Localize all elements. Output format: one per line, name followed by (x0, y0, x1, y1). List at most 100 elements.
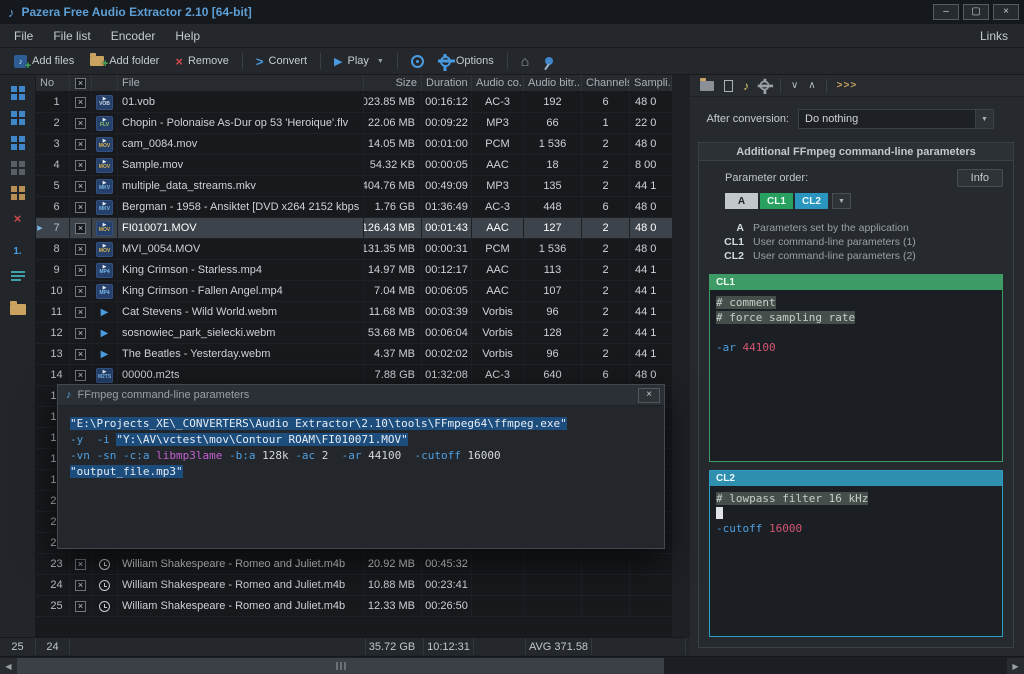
add-folder-button[interactable]: + Add folder (82, 51, 167, 71)
uncheck-all-button[interactable] (9, 110, 27, 126)
minimize-button[interactable]: – (933, 4, 959, 20)
info-button[interactable]: Info (957, 169, 1003, 187)
after-conversion-dropdown[interactable]: Do nothing ▼ (798, 109, 994, 129)
header-file[interactable]: File (118, 75, 364, 91)
row-checkbox[interactable]: × (75, 265, 86, 276)
select-all-checkbox[interactable]: × (75, 78, 86, 89)
menu-help[interactable]: Help (165, 26, 210, 46)
row-checkbox[interactable]: × (75, 202, 86, 213)
horizontal-scrollbar[interactable]: ◀ ▶ (0, 656, 1024, 674)
menu-encoder[interactable]: Encoder (101, 26, 166, 46)
cl1-editor[interactable]: # comment# force sampling rate -ar 44100 (710, 290, 1002, 461)
dialog-code[interactable]: "E:\Projects_XE\_CONVERTERS\Audio Extrac… (58, 406, 664, 490)
close-button[interactable]: × (993, 4, 1019, 20)
row-checkbox[interactable]: × (75, 559, 86, 570)
table-row[interactable]: ▶7×▶MOVFI010071.MOV126.43 MB00:01:43AAC1… (36, 218, 672, 239)
panel-gear-icon[interactable] (760, 81, 770, 91)
order-dropdown-icon[interactable]: ▼ (832, 193, 851, 209)
table-row[interactable]: 25×William Shakespeare - Romeo and Julie… (36, 596, 672, 617)
table-row[interactable]: 5×▶MKVmultiple_data_streams.mkv404.76 MB… (36, 176, 672, 197)
panel-document-icon[interactable] (724, 80, 733, 92)
row-checkbox[interactable]: × (75, 181, 86, 192)
panel-chevron-down-icon[interactable]: ∨ (791, 80, 798, 91)
maximize-button[interactable]: ▢ (963, 4, 989, 20)
pin-button[interactable] (537, 53, 561, 69)
table-row[interactable]: 9×▶MP4King Crimson - Starless.mp414.97 M… (36, 260, 672, 281)
table-row[interactable]: 6×▶MKVBergman - 1958 - Ansiktet [DVD x26… (36, 197, 672, 218)
table-row[interactable]: 2×▶FLVChopin - Polonaise As-Dur op 53 'H… (36, 113, 672, 134)
table-row[interactable]: 1×▶VOB01.vob1023.85 MB00:16:12AC-3192648… (36, 92, 672, 113)
scroll-right-arrow[interactable]: ▶ (1007, 658, 1024, 674)
check-selected-button[interactable] (9, 160, 27, 176)
header-duration[interactable]: Duration (422, 75, 472, 91)
convert-button[interactable]: > Convert (248, 50, 315, 73)
remove-item-button[interactable]: × (9, 210, 27, 226)
panel-music-note-icon[interactable]: ♪ (743, 79, 749, 93)
conversion-settings-button[interactable] (403, 51, 432, 72)
table-row[interactable]: 23×William Shakespeare - Romeo and Julie… (36, 554, 672, 575)
panel-chevron-up-icon[interactable]: ∧ (808, 80, 815, 91)
header-size[interactable]: Size (364, 75, 422, 91)
panel-folder-icon[interactable] (700, 81, 714, 91)
order-button-a[interactable]: A (725, 193, 758, 209)
dropdown-arrow-icon[interactable]: ▼ (975, 110, 993, 128)
invert-checks-button[interactable] (9, 135, 27, 151)
header-icon[interactable] (92, 75, 118, 91)
table-row[interactable]: 24×William Shakespeare - Romeo and Julie… (36, 575, 672, 596)
header-sampling[interactable]: Sampli... (630, 75, 672, 91)
row-checkbox[interactable]: × (75, 328, 86, 339)
open-folder-button[interactable] (9, 301, 27, 317)
uncheck-selected-button[interactable] (9, 185, 27, 201)
table-row[interactable]: 11×▶Cat Stevens - Wild World.webm11.68 M… (36, 302, 672, 323)
header-channels[interactable]: Channels (582, 75, 630, 91)
status-total-size: 35.72 GB (366, 638, 424, 655)
scrollbar-thumb[interactable] (17, 658, 664, 674)
row-checkbox[interactable]: × (75, 349, 86, 360)
add-files-button[interactable]: ♪+ Add files (6, 51, 82, 72)
play-dropdown-icon[interactable]: ▼ (377, 58, 384, 65)
options-button[interactable]: Options (432, 51, 502, 71)
row-marker-icon (36, 197, 44, 217)
table-row[interactable]: 4×▶MOVSample.mov54.32 KB00:00:05AAC1828 … (36, 155, 672, 176)
table-row[interactable]: 3×▶MOVcam_0084.mov14.05 MB00:01:00PCM1 5… (36, 134, 672, 155)
order-button-cl2[interactable]: CL2 (795, 193, 828, 209)
row-checkbox[interactable]: × (75, 160, 86, 171)
row-checkbox[interactable]: × (75, 223, 86, 234)
home-button[interactable]: ⌂ (513, 49, 537, 73)
order-button-cl1[interactable]: CL1 (760, 193, 793, 209)
check-all-button[interactable] (9, 85, 27, 101)
row-checkbox-cell: × (70, 113, 92, 133)
renumber-button[interactable]: 1. (9, 243, 27, 259)
row-checkbox[interactable]: × (75, 580, 86, 591)
row-checkbox[interactable]: × (75, 97, 86, 108)
header-no[interactable]: No (36, 75, 70, 91)
row-checkbox[interactable]: × (75, 601, 86, 612)
table-row[interactable]: 13×▶The Beatles - Yesterday.webm4.37 MB0… (36, 344, 672, 365)
panel-splitter[interactable] (672, 75, 690, 637)
row-checkbox[interactable]: × (75, 286, 86, 297)
header-checkbox[interactable]: × (70, 75, 92, 91)
dialog-title-bar[interactable]: ♪ FFmpeg command-line parameters × (58, 385, 664, 406)
dialog-close-button[interactable]: × (638, 388, 660, 403)
header-codec[interactable]: Audio co... (472, 75, 524, 91)
table-row[interactable]: 10×▶MP4King Crimson - Fallen Angel.mp47.… (36, 281, 672, 302)
scroll-left-arrow[interactable]: ◀ (0, 658, 17, 674)
menu-file-list[interactable]: File list (43, 26, 100, 46)
row-checkbox[interactable]: × (75, 370, 86, 381)
row-checkbox[interactable]: × (75, 118, 86, 129)
menu-links[interactable]: Links (968, 26, 1020, 46)
play-button[interactable]: ▶ Play ▼ (326, 51, 392, 72)
panel-more-icon[interactable]: >>> (837, 80, 858, 91)
row-checkbox[interactable]: × (75, 139, 86, 150)
table-row[interactable]: 14×▶M2TS00000.m2ts7.88 GB01:32:08AC-3640… (36, 365, 672, 386)
status-spacer (592, 638, 686, 655)
table-row[interactable]: 8×▶MOVMVI_0054.MOV131.35 MB00:00:31PCM1 … (36, 239, 672, 260)
menu-file[interactable]: File (4, 26, 43, 46)
remove-button[interactable]: × Remove (167, 50, 237, 73)
row-checkbox[interactable]: × (75, 307, 86, 318)
header-bitrate[interactable]: Audio bitr... (524, 75, 582, 91)
row-checkbox[interactable]: × (75, 244, 86, 255)
table-row[interactable]: 12×▶sosnowiec_park_sielecki.webm53.68 MB… (36, 323, 672, 344)
cl2-editor[interactable]: # lowpass filter 16 kHz-cutoff 16000 (710, 486, 1002, 636)
list-tools-button[interactable] (9, 268, 27, 284)
